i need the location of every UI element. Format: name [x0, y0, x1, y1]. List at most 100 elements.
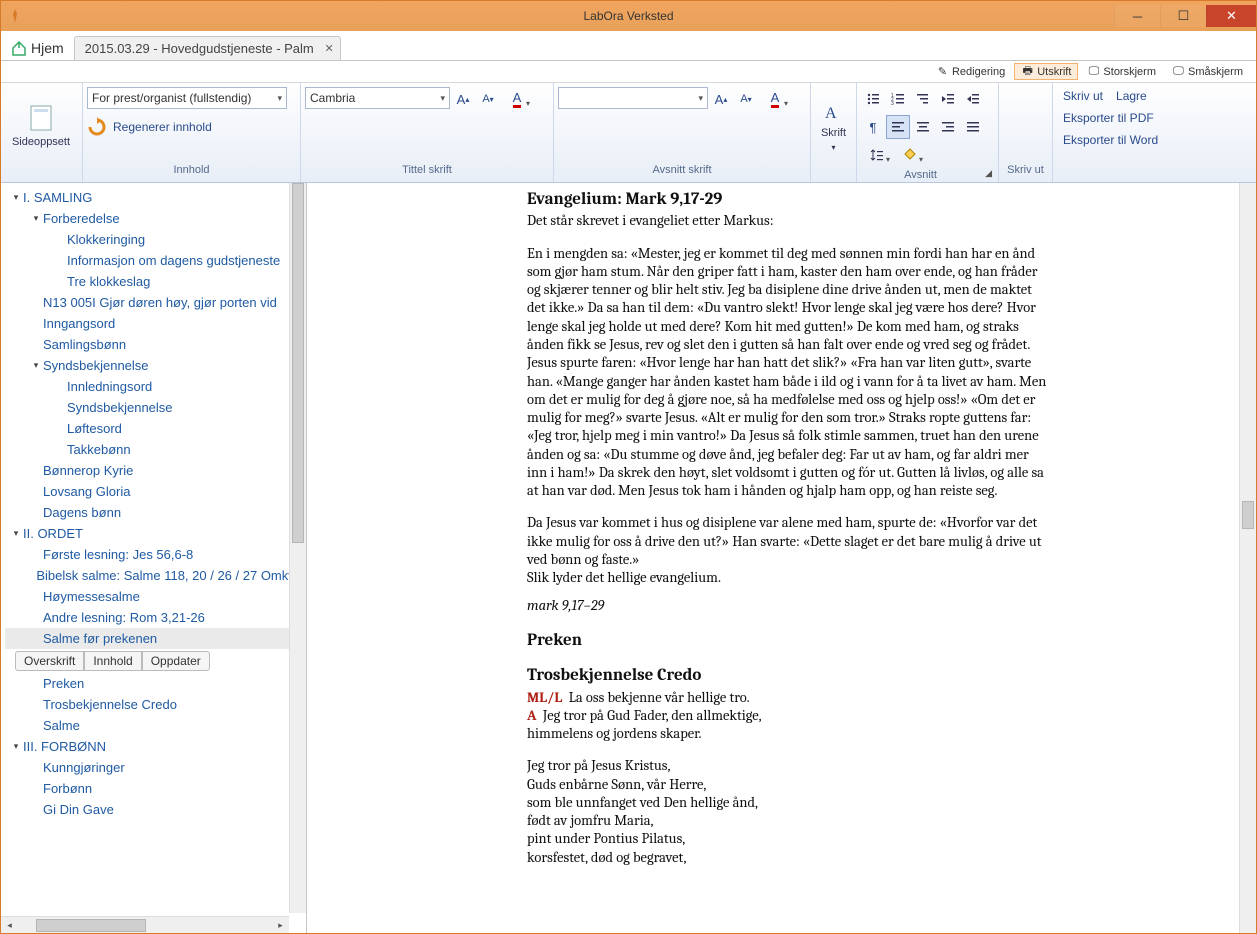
nav-item[interactable]: Klokkeringing	[5, 229, 306, 250]
font-grow-icon[interactable]: A▴	[451, 87, 475, 111]
nav-item[interactable]: N13 005I Gjør døren høy, gjør porten vid	[5, 292, 306, 313]
nav-item[interactable]: Gi Din Gave	[5, 799, 306, 820]
decrease-indent-icon[interactable]	[936, 87, 960, 111]
font-shrink-icon[interactable]: A▾	[476, 87, 500, 111]
doc-text: himmelens og jordens skaper.	[527, 725, 1052, 743]
align-left-icon[interactable]	[886, 115, 910, 139]
nav-item[interactable]: Lovsang Gloria	[5, 481, 306, 502]
doc-text: pint under Pontius Pilatus,	[527, 830, 1052, 848]
page-setup-button[interactable]: Sideoppsett	[5, 87, 77, 165]
nav-item-label: Salme	[43, 718, 80, 733]
export-word-link[interactable]: Eksporter til Word	[1057, 131, 1164, 149]
nav-item[interactable]: Første lesning: Jes 56,6-8	[5, 544, 306, 565]
increase-indent-icon[interactable]	[961, 87, 985, 111]
paragraph-font-combo[interactable]: ▾	[558, 87, 708, 109]
doc-text: Slik lyder det hellige evangelium.	[527, 569, 1052, 587]
nav-item-label: Gi Din Gave	[43, 802, 114, 817]
number-list-icon[interactable]: 123	[886, 87, 910, 111]
app-icon	[1, 9, 29, 23]
font-icon: A	[823, 101, 845, 123]
para-font-grow-icon[interactable]: A▴	[709, 87, 733, 111]
close-button[interactable]: ✕	[1206, 5, 1256, 27]
close-tab-icon[interactable]: ✕	[325, 42, 334, 55]
nav-item[interactable]: Løftesord	[5, 418, 306, 439]
nav-item-label: Klokkeringing	[67, 232, 145, 247]
nav-item[interactable]: ▾Syndsbekjennelse	[5, 355, 306, 376]
nav-item[interactable]: Dagens bønn	[5, 502, 306, 523]
align-justify-icon[interactable]	[961, 115, 985, 139]
shading-icon[interactable]	[894, 143, 926, 167]
pilcrow-icon[interactable]: ¶	[861, 115, 885, 139]
doc-text: Da Jesus var kommet i hus og disiplene v…	[527, 514, 1052, 569]
expand-icon[interactable]: ▾	[9, 192, 23, 203]
nav-item-label: Inngangsord	[43, 316, 115, 331]
view-storskjerm[interactable]: 🖵Storskjerm	[1080, 63, 1163, 80]
nav-item-label: Kunngjøringer	[43, 760, 125, 775]
page-icon	[27, 104, 55, 132]
expand-icon[interactable]: ▾	[9, 528, 23, 539]
nav-item[interactable]: Syndsbekjennelse	[5, 397, 306, 418]
nav-item[interactable]: Innledningsord	[5, 376, 306, 397]
para-font-color-icon[interactable]: A	[759, 87, 791, 111]
minimize-button[interactable]: ─	[1114, 5, 1160, 27]
view-redigering[interactable]: ✎Redigering	[929, 63, 1012, 80]
multilevel-list-icon[interactable]	[911, 87, 935, 111]
nav-item[interactable]: Forbønn	[5, 778, 306, 799]
nav-item[interactable]: Salme før prekenen	[5, 628, 306, 649]
nav-item[interactable]: Høymessesalme	[5, 586, 306, 607]
nav-vscrollbar[interactable]	[289, 183, 306, 913]
line-spacing-icon[interactable]	[861, 143, 893, 167]
export-pdf-link[interactable]: Eksporter til PDF	[1057, 109, 1160, 127]
maximize-button[interactable]: ☐	[1160, 5, 1206, 27]
ctx-oppdater-button[interactable]: Oppdater	[142, 651, 210, 671]
nav-item[interactable]: ▾III. FORBØNN	[5, 736, 306, 757]
nav-item[interactable]: Kunngjøringer	[5, 757, 306, 778]
nav-item[interactable]: Andre lesning: Rom 3,21-26	[5, 607, 306, 628]
print-link[interactable]: Skriv ut	[1057, 87, 1109, 105]
font-color-icon[interactable]: A	[501, 87, 533, 111]
save-link[interactable]: Lagre	[1110, 87, 1153, 105]
nav-item[interactable]: Informasjon om dagens gudstjeneste	[5, 250, 306, 271]
regenerate-button[interactable]: Regenerer innhold	[87, 117, 212, 137]
heading-credo: Trosbekjennelse Credo	[527, 665, 1052, 686]
svg-text:A: A	[825, 105, 837, 122]
nav-item-label: Salme før prekenen	[43, 631, 157, 646]
font-dropdown-button[interactable]: ASkrift▾	[815, 87, 852, 165]
dialog-launcher-icon[interactable]: ◢	[980, 168, 994, 182]
doc-vscrollbar[interactable]	[1239, 183, 1256, 933]
nav-item[interactable]: ▾II. ORDET	[5, 523, 306, 544]
nav-item[interactable]: Bibelsk salme: Salme 118, 20 / 26 / 27 O…	[5, 565, 306, 586]
title-font-combo[interactable]: Cambria▾	[305, 87, 450, 109]
nav-item[interactable]: Takkebønn	[5, 439, 306, 460]
home-tab[interactable]: Hjem	[1, 36, 74, 60]
expand-icon[interactable]: ▾	[29, 360, 43, 371]
doc-text: ML/L La oss bekjenne vår hellige tro.	[527, 689, 1052, 707]
nav-item[interactable]: Inngangsord	[5, 313, 306, 334]
nav-item[interactable]: Salme	[5, 715, 306, 736]
monitor-icon: 🖵	[1087, 65, 1100, 78]
nav-hscrollbar[interactable]: ◂▸	[1, 916, 289, 933]
nav-item-label: Takkebønn	[67, 442, 131, 457]
align-center-icon[interactable]	[911, 115, 935, 139]
ctx-overskrift-button[interactable]: Overskrift	[15, 651, 84, 671]
document-tab[interactable]: 2015.03.29 - Hovedgudstjeneste - Palm ✕	[74, 36, 341, 60]
nav-item[interactable]: Trosbekjennelse Credo	[5, 694, 306, 715]
nav-item-label: Tre klokkeslag	[67, 274, 150, 289]
para-font-shrink-icon[interactable]: A▾	[734, 87, 758, 111]
ctx-innhold-button[interactable]: Innhold	[84, 651, 141, 671]
nav-item[interactable]: Samlingsbønn	[5, 334, 306, 355]
expand-icon[interactable]: ▾	[9, 741, 23, 752]
nav-item[interactable]: Bønnerop Kyrie	[5, 460, 306, 481]
nav-item[interactable]: Tre klokkeslag	[5, 271, 306, 292]
view-smaskjerm[interactable]: 🖵Småskjerm	[1165, 63, 1250, 80]
nav-item-label: II. ORDET	[23, 526, 83, 541]
bullet-list-icon[interactable]	[861, 87, 885, 111]
align-right-icon[interactable]	[936, 115, 960, 139]
nav-item[interactable]: ▾I. SAMLING	[5, 187, 306, 208]
nav-item[interactable]: ▾Forberedelse	[5, 208, 306, 229]
content-template-combo[interactable]: For prest/organist (fullstendig)▾	[87, 87, 287, 109]
doc-text: En i mengden sa: «Mester, jeg er kommet …	[527, 245, 1052, 501]
view-utskrift[interactable]: 🖶Utskrift	[1014, 63, 1078, 80]
expand-icon[interactable]: ▾	[29, 213, 43, 224]
nav-item[interactable]: Preken	[5, 673, 306, 694]
